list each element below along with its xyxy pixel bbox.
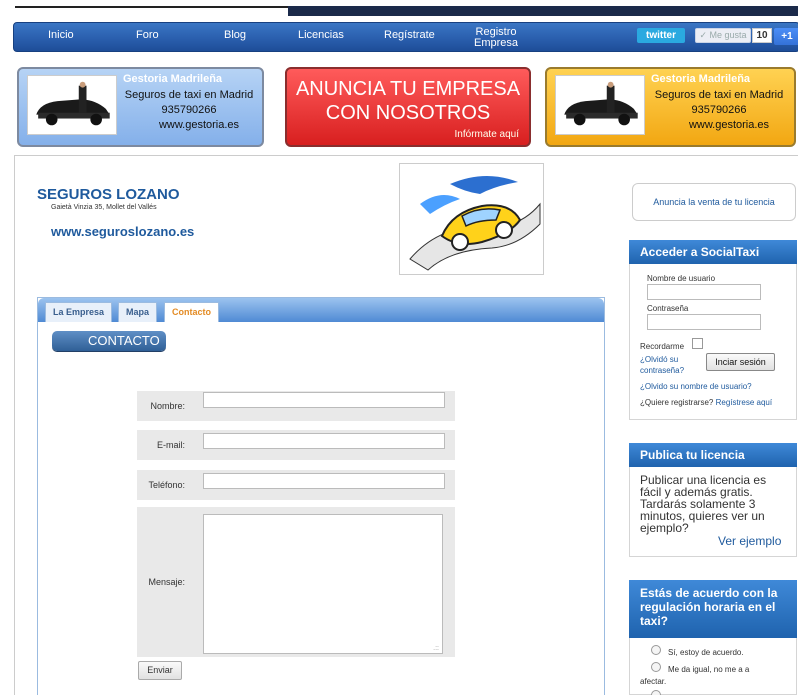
login-box-title: Acceder a SocialTaxi [629, 240, 797, 264]
main-nav: Inicio Foro Blog Licencias Regístrate Re… [13, 22, 798, 52]
phone-input[interactable] [203, 473, 445, 489]
banner-anuncia[interactable]: ANUNCIA TU EMPRESA CON NOSOTROS Infórmat… [285, 67, 531, 147]
poll-box-title: Estás de acuerdo con la regulación horar… [629, 580, 797, 638]
banner-right-web: www.gestoria.es [688, 119, 770, 131]
name-row [193, 391, 455, 421]
car-photo-icon [28, 76, 116, 134]
message-label: Mensaje: [137, 507, 193, 657]
contact-heading: CONTACTO [52, 331, 166, 351]
nav-registro-empresa[interactable]: Registro Empresa [474, 27, 518, 49]
register-question-text: ¿Quiere registrarse? [640, 398, 714, 407]
company-address: Gaietà Vinzia 35, Mollet del Vallés [51, 204, 157, 211]
car-image [27, 75, 117, 135]
tab-contacto[interactable]: Contacto [164, 302, 219, 322]
forgot-username-link[interactable]: ¿Olvido su nombre de usuario? [640, 382, 752, 391]
banner-left-web: www.gestoria.es [158, 119, 240, 131]
send-button[interactable]: Enviar [138, 661, 182, 680]
email-row [193, 430, 455, 460]
poll-title-line2: regulación horaria en el [640, 600, 776, 614]
banner-gestoria-left[interactable]: Gestoria Madrileña Seguros de taxi en Ma… [17, 67, 264, 147]
password-input[interactable] [647, 314, 761, 330]
nav-licencias[interactable]: Licencias [298, 30, 344, 41]
banner-left-line1: Seguros de taxi en Madrid [124, 89, 254, 101]
banner-left-title: Gestoria Madrileña [123, 73, 223, 85]
banner-left-phone: 935790266 [161, 104, 217, 116]
banner-right-title: Gestoria Madrileña [651, 73, 751, 85]
banner-anuncia-line1: ANUNCIA TU EMPRESA [295, 78, 521, 100]
see-example-link[interactable]: Ver ejemplo [718, 534, 781, 548]
cartoon-car-icon [409, 175, 541, 271]
tab-la-empresa[interactable]: La Empresa [45, 302, 113, 322]
banner-right-phone: 935790266 [691, 104, 747, 116]
resize-grip-icon[interactable]: .:: [433, 645, 439, 652]
company-logo-image [399, 163, 544, 275]
forgot-password-link-2[interactable]: contraseña? [640, 366, 684, 375]
message-row: .:: [193, 507, 455, 657]
publish-description: Publicar una licencia es fácil y además … [640, 473, 767, 535]
email-label: E-mail: [137, 430, 193, 460]
banner-gestoria-right[interactable]: Gestoria Madrileña Seguros de taxi en Ma… [545, 67, 796, 147]
forgot-password-link-1[interactable]: ¿Olvidó su [640, 355, 678, 364]
nav-registro-line2: Empresa [474, 37, 519, 49]
tab-mapa[interactable]: Mapa [118, 302, 158, 322]
poll-option-2-label-cont: afectar. [640, 677, 667, 686]
login-button[interactable]: Inciar sesión [706, 353, 775, 371]
twitter-button[interactable]: twitter [637, 28, 685, 43]
banner-anuncia-line2: CON NOSOTROS [325, 102, 491, 124]
register-question: ¿Quiere registrarse? Regístrese aquí [640, 398, 772, 407]
remember-checkbox[interactable] [692, 338, 703, 349]
car-image [555, 75, 645, 135]
phone-label: Teléfono: [137, 470, 193, 500]
poll-option-1-label: Sí, estoy de acuerdo. [668, 648, 744, 657]
poll-option-3-radio[interactable] [651, 690, 661, 695]
banner-right-line1: Seguros de taxi en Madrid [654, 89, 784, 101]
announce-license-link[interactable]: Anuncia la venta de tu licencia [632, 183, 796, 221]
car-photo-icon [556, 76, 644, 134]
poll-option-2-radio[interactable] [651, 662, 661, 672]
name-label: Nombre: [137, 391, 193, 421]
poll-option-1-radio[interactable] [651, 645, 661, 655]
username-label: Nombre de usuario [647, 274, 716, 283]
publish-box-title: Publica tu licencia [629, 443, 797, 467]
poll-title-line3: taxi? [640, 614, 669, 628]
name-input[interactable] [203, 392, 445, 408]
google-plus-button[interactable]: +1 [774, 28, 798, 45]
like-count: 10 [752, 28, 772, 43]
username-input[interactable] [647, 284, 761, 300]
nav-inicio[interactable]: Inicio [48, 30, 74, 41]
company-name: SEGUROS LOZANO [37, 186, 180, 203]
register-link[interactable]: Regístrese aquí [716, 398, 772, 407]
nav-foro[interactable]: Foro [136, 30, 159, 41]
nav-blog[interactable]: Blog [224, 30, 246, 41]
remember-label: Recordarme [640, 342, 685, 351]
poll-option-2-label: Me da igual, no me a a [668, 665, 750, 674]
email-input[interactable] [203, 433, 445, 449]
nav-registrate[interactable]: Regístrate [384, 30, 435, 41]
banner-anuncia-info: Infórmate aquí [454, 129, 519, 140]
password-label: Contraseña [647, 304, 689, 313]
top-dark-bar [288, 6, 798, 16]
poll-title-line1: Estás de acuerdo con la [640, 586, 778, 600]
company-website-link[interactable]: www.seguroslozano.es [51, 224, 194, 239]
message-textarea[interactable]: .:: [203, 514, 443, 654]
like-button[interactable]: ✓ Me gusta [695, 28, 751, 43]
phone-row [193, 470, 455, 500]
